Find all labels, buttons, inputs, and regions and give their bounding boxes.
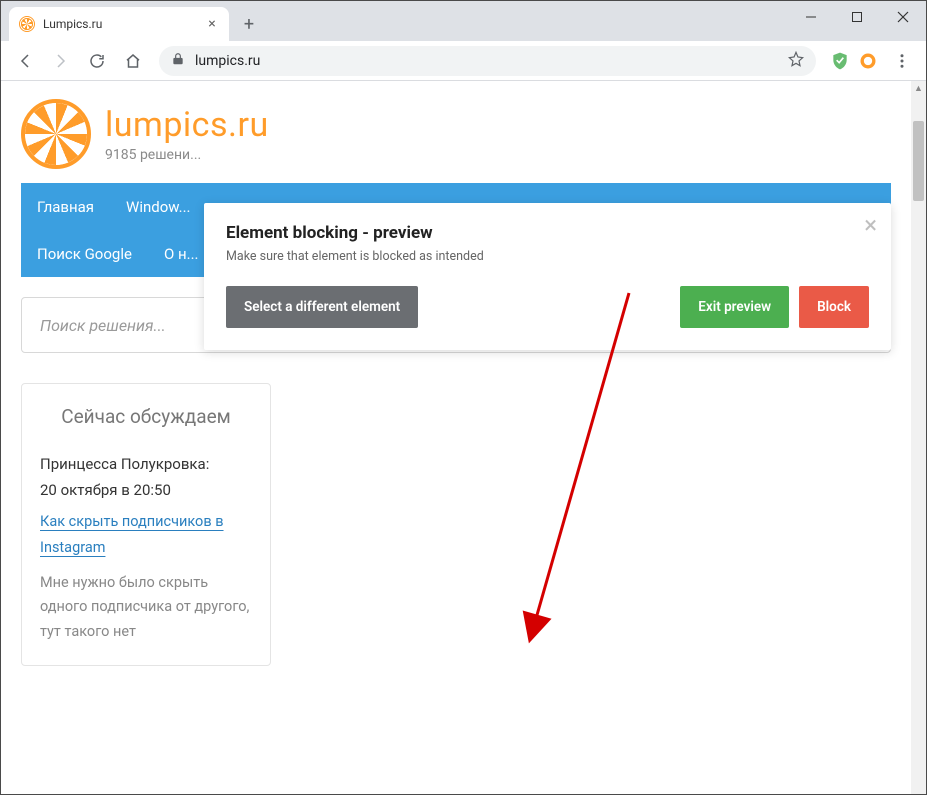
titlebar: Lumpics.ru × + bbox=[1, 1, 926, 41]
browser-tab[interactable]: Lumpics.ru × bbox=[9, 7, 229, 41]
scroll-up-icon[interactable]: ▲ bbox=[911, 81, 926, 96]
popup-actions: Select a different element Exit preview … bbox=[226, 286, 869, 328]
comment-author: Принцесса Полукровка: bbox=[40, 455, 252, 473]
select-different-element-button[interactable]: Select a different element bbox=[226, 286, 418, 328]
nav-windows[interactable]: Window... bbox=[110, 183, 206, 230]
url-text: lumpics.ru bbox=[195, 53, 778, 69]
address-bar[interactable]: lumpics.ru bbox=[159, 46, 816, 76]
discussion-widget: Сейчас обсуждаем Принцесса Полукровка: 2… bbox=[21, 383, 271, 666]
nav-google-search[interactable]: Поиск Google bbox=[21, 230, 148, 277]
popup-close-icon[interactable]: × bbox=[864, 213, 877, 237]
home-button[interactable] bbox=[117, 45, 149, 77]
comment-date: 20 октября в 20:50 bbox=[40, 481, 252, 499]
new-tab-button[interactable]: + bbox=[235, 10, 263, 38]
popup-subtitle: Make sure that element is blocked as int… bbox=[226, 249, 869, 264]
comment-body: Мне нужно было скрыть одного подписчика … bbox=[40, 571, 252, 645]
back-button[interactable] bbox=[9, 45, 41, 77]
bookmark-star-icon[interactable] bbox=[788, 51, 804, 71]
block-button[interactable]: Block bbox=[799, 286, 869, 328]
exit-preview-button[interactable]: Exit preview bbox=[680, 286, 789, 328]
popup-title: Element blocking - preview bbox=[226, 223, 869, 243]
adguard-extension-icon[interactable] bbox=[830, 51, 850, 71]
close-tab-icon[interactable]: × bbox=[205, 17, 219, 31]
site-logo[interactable] bbox=[21, 99, 91, 169]
reload-button[interactable] bbox=[81, 45, 113, 77]
viewport: lumpics.ru 9185 решени... Главная Window… bbox=[1, 81, 926, 794]
site-subtitle: 9185 решени... bbox=[105, 147, 269, 163]
window-controls bbox=[788, 1, 926, 33]
scrollbar[interactable]: ▲ bbox=[911, 81, 926, 794]
extensions bbox=[826, 51, 882, 71]
toolbar: lumpics.ru bbox=[1, 41, 926, 81]
forward-button[interactable] bbox=[45, 45, 77, 77]
tab-title: Lumpics.ru bbox=[43, 17, 197, 31]
comment-link[interactable]: Как скрыть подписчиков в Instagram bbox=[40, 509, 252, 561]
site-header: lumpics.ru 9185 решени... bbox=[21, 99, 891, 169]
browser-window: Lumpics.ru × + lumpics.ru bbox=[0, 0, 927, 795]
page-content: lumpics.ru 9185 решени... Главная Window… bbox=[1, 81, 911, 794]
minimize-button[interactable] bbox=[788, 1, 834, 33]
maximize-button[interactable] bbox=[834, 1, 880, 33]
scrollbar-thumb[interactable] bbox=[913, 121, 924, 201]
element-blocking-popup: × Element blocking - preview Make sure t… bbox=[204, 203, 891, 350]
extension-icon-2[interactable] bbox=[858, 51, 878, 71]
nav-home[interactable]: Главная bbox=[21, 183, 110, 230]
site-title: lumpics.ru bbox=[105, 105, 269, 145]
favicon bbox=[19, 16, 35, 32]
close-window-button[interactable] bbox=[880, 1, 926, 33]
widget-title: Сейчас обсуждаем bbox=[40, 404, 252, 431]
lock-icon bbox=[171, 51, 185, 70]
menu-button[interactable] bbox=[886, 45, 918, 77]
